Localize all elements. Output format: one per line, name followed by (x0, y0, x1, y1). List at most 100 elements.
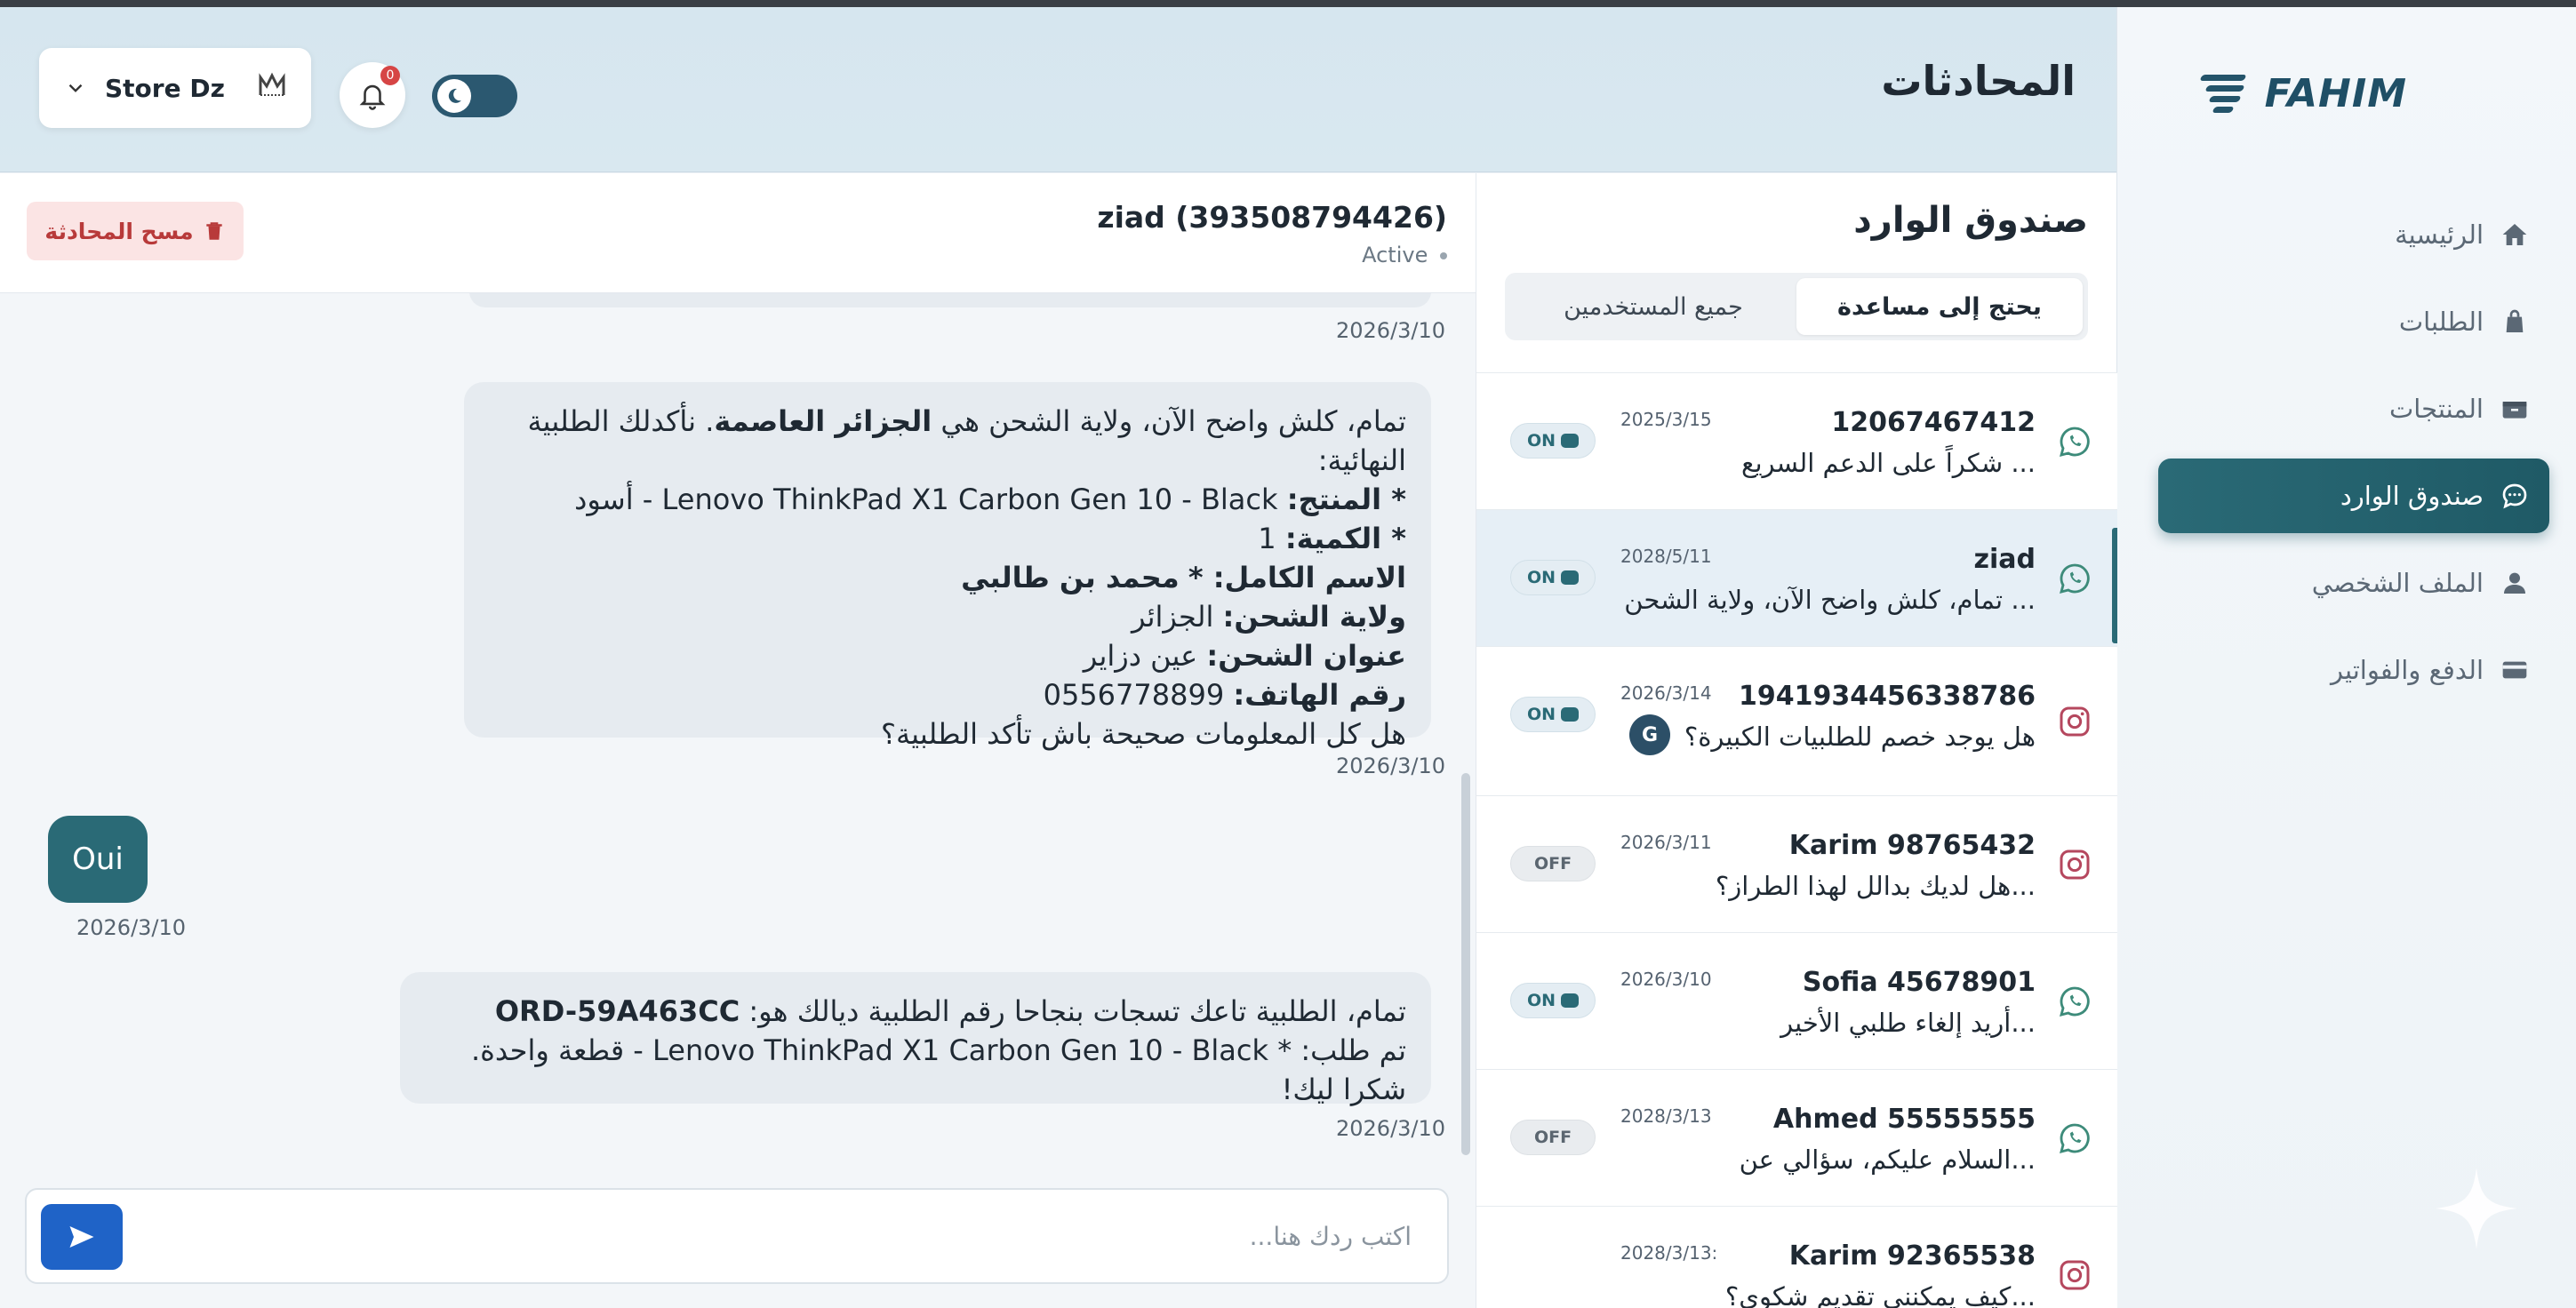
notification-badge: 0 (380, 66, 400, 85)
conversation-date: 2026/3/14 (1620, 682, 1712, 704)
box-icon (2500, 394, 2530, 424)
sidebar-item-label: المنتجات (2388, 394, 2484, 424)
bot-status-label: ON (1526, 568, 1556, 587)
conversation-date: 2028/3/13 (1620, 1105, 1712, 1127)
logo-text: FAHIM (2264, 70, 2407, 116)
page-title: المحادثات (1881, 57, 2076, 105)
message-timestamp: 2026/3/10 (1336, 1116, 1446, 1141)
sidebar-nav: الرئيسية الطلبات المنتجات صندوق الوارد ا… (2158, 197, 2549, 720)
logo-mark-icon (2198, 71, 2252, 116)
message-timestamp: 2026/3/10 (1336, 318, 1446, 343)
conversation-item[interactable]: Sofia 45678901 أريد إلغاء طلبي الأخير...… (1476, 933, 2117, 1070)
sidebar-item-inbox[interactable]: صندوق الوارد (2158, 459, 2549, 533)
conversation-preview: تمام، كلش واضح الآن، ولاية الشحن ... (1624, 585, 2036, 615)
inbox-panel: صندوق الوارد يحتج إلى مساعدة جميع المستخ… (1476, 173, 2117, 1308)
bot-status-label: ON (1526, 431, 1556, 451)
notifications-button[interactable]: 0 (340, 62, 405, 128)
inbox-tabs: يحتج إلى مساعدة جميع المستخدمين (1505, 273, 2088, 340)
chevron-down-icon (68, 84, 83, 92)
contact-name: ziad (393508794426) (1097, 200, 1447, 235)
bell-icon (359, 84, 386, 110)
sparkle-icon (2436, 1168, 2517, 1249)
instagram-icon (2060, 706, 2090, 736)
window-top-bar (0, 0, 2576, 7)
message-composer (25, 1188, 1449, 1284)
bot-status-toggle[interactable]: ON (1510, 560, 1596, 595)
sidebar-item-billing[interactable]: الدفع والفواتير (2158, 633, 2549, 707)
conversation-item[interactable]: Karim 92365538 كيف يمكنني تقديم شكوى؟...… (1476, 1207, 2117, 1308)
clear-conversation-label: مسح المحادثة (44, 218, 194, 244)
conversation-name: Karim 92365538 (1788, 1240, 2036, 1272)
incoming-message-order-summary: تمام، كلش واضح الآن، ولاية الشحن هي الجز… (464, 382, 1431, 751)
sidebar-item-label: الرئيسية (2395, 219, 2484, 250)
chat-scrollbar[interactable] (1460, 293, 1472, 1182)
sidebar: FAHIM الرئيسية الطلبات المنتجات صندوق ال… (2116, 7, 2576, 1308)
sidebar-item-label: الطلبات (2398, 307, 2484, 337)
conversation-item[interactable]: 12067467412 شكراً على الدعم السريع ... 2… (1476, 373, 2117, 510)
moon-icon (437, 79, 471, 113)
conversation-item[interactable]: 1941934456338786 هل يوجد خصم للطلبيات ال… (1476, 647, 2117, 796)
store-selector[interactable]: Store Dz (39, 48, 311, 128)
conversation-preview: شكراً على الدعم السريع ... (1741, 448, 2036, 478)
whatsapp-icon (2060, 563, 2090, 594)
bot-status-label: ON (1526, 705, 1556, 724)
bot-status-label: OFF (1533, 1128, 1572, 1147)
sidebar-item-label: صندوق الوارد (2340, 481, 2484, 511)
bot-status-toggle[interactable]: ON (1510, 983, 1596, 1018)
store-logo-icon (258, 72, 286, 105)
brand-logo[interactable]: FAHIM (2198, 62, 2407, 124)
bot-status-toggle[interactable]: OFF (1510, 1120, 1596, 1155)
whatsapp-icon (2060, 1123, 2090, 1153)
conversation-name: Sofia 45678901 (1802, 967, 2036, 998)
outgoing-message-bubble: Oui (48, 816, 148, 903)
tab-needs-help[interactable]: يحتج إلى مساعدة (1796, 278, 2083, 335)
trash-icon (205, 222, 222, 240)
conversation-date: 2028/3/13: (1620, 1242, 1718, 1264)
bag-icon (2500, 307, 2530, 337)
previous-message-bubble (469, 293, 1431, 307)
scrollbar-thumb[interactable] (1461, 773, 1470, 1155)
sidebar-item-products[interactable]: المنتجات (2158, 371, 2549, 446)
instagram-icon (2060, 849, 2090, 879)
chat-icon (2500, 481, 2530, 511)
conversation-item[interactable]: Ahmed 55555555 السلام عليكم، سؤالي عن...… (1476, 1070, 2117, 1207)
tab-all-users[interactable]: جميع المستخدمين (1510, 278, 1796, 335)
store-name: Store Dz (105, 73, 225, 103)
bot-status-toggle[interactable]: ON (1510, 423, 1596, 459)
clear-conversation-button[interactable]: مسح المحادثة (27, 202, 244, 260)
avatar: G (1629, 714, 1670, 755)
conversation-date: 2025/3/15 (1620, 409, 1712, 430)
conversation-item-selected[interactable]: ziad تمام، كلش واضح الآن، ولاية الشحن ..… (1476, 510, 2117, 647)
send-button[interactable] (41, 1204, 123, 1270)
conversation-preview: أريد إلغاء طلبي الأخير... (1780, 1008, 2036, 1038)
top-header: المحادثات Store Dz 0 (0, 7, 2116, 172)
bot-status-toggle[interactable]: ON (1510, 697, 1596, 732)
conversation-name: Karim 98765432 (1788, 830, 2036, 861)
bot-status-toggle[interactable]: OFF (1510, 846, 1596, 881)
conversation-list: 12067467412 شكراً على الدعم السريع ... 2… (1476, 372, 2117, 1308)
sidebar-item-home[interactable]: الرئيسية (2158, 197, 2549, 272)
conversation-preview: كيف يمكنني تقديم شكوى؟... (1724, 1281, 2036, 1308)
chat-header: ziad (393508794426) Active مسح المحادثة (0, 173, 1476, 293)
send-icon (69, 1226, 94, 1248)
sidebar-item-orders[interactable]: الطلبات (2158, 284, 2549, 359)
chat-panel: ziad (393508794426) Active مسح المحادثة … (0, 173, 1476, 1308)
sidebar-item-profile[interactable]: الملف الشخصي (2158, 546, 2549, 620)
message-thread: 2026/3/10 تمام، كلش واضح الآن، ولاية الش… (0, 293, 1476, 1182)
message-timestamp: 2026/3/10 (76, 915, 187, 940)
message-input[interactable] (185, 1208, 1412, 1264)
bot-icon (1561, 707, 1580, 722)
bot-status-label: OFF (1533, 854, 1572, 873)
status-dot-icon (1440, 252, 1447, 259)
conversation-name: ziad (1973, 544, 2036, 575)
bot-icon (1561, 993, 1580, 1008)
sidebar-item-label: الملف الشخصي (2311, 568, 2484, 598)
conversation-preview: هل يوجد خصم للطلبيات الكبيرة؟ (1684, 722, 2036, 752)
whatsapp-icon (2060, 427, 2090, 457)
conversation-name: 12067467412 (1831, 407, 2036, 438)
sidebar-item-label: الدفع والفواتير (2330, 655, 2484, 685)
conversation-item[interactable]: Karim 98765432 هل لديك بدالل لهذا الطراز… (1476, 796, 2117, 933)
theme-toggle[interactable] (432, 75, 517, 117)
home-icon (2500, 219, 2530, 250)
instagram-icon (2060, 1260, 2090, 1289)
